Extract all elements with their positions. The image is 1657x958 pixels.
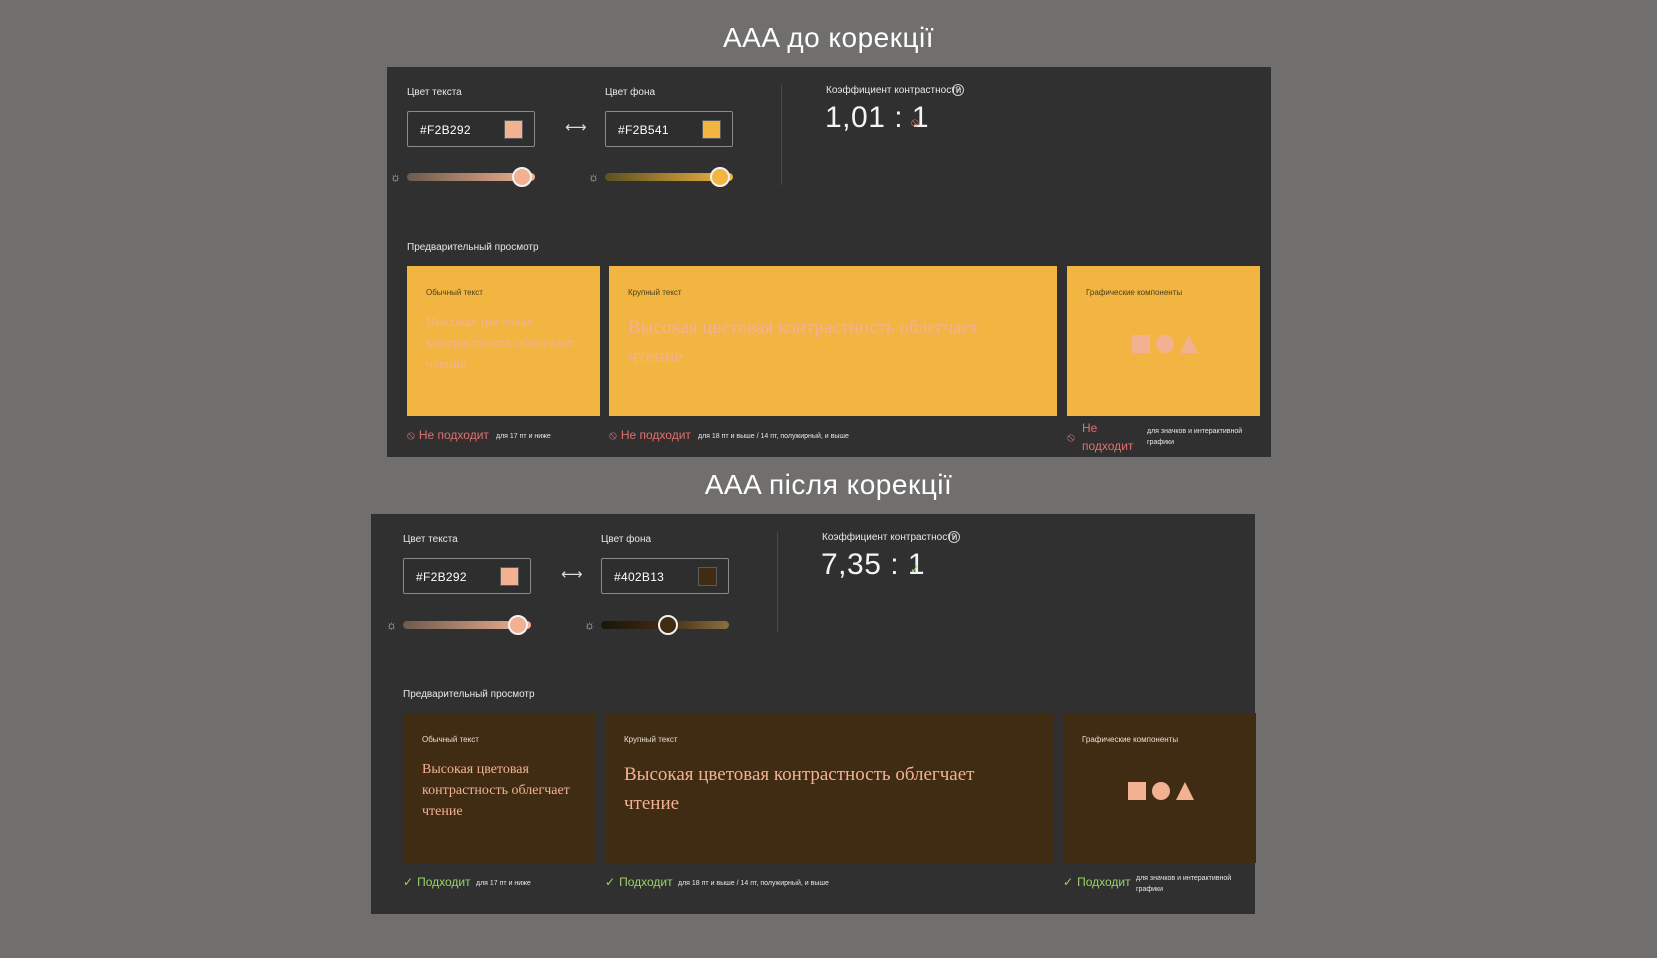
text-brightness-icon: ☼ [386,618,397,632]
verdict-text: Не подходит [1082,421,1134,453]
bg-color-label: Цвет фона [601,534,652,545]
fail-icon: ⦸ [407,428,415,442]
bg-brightness-handle[interactable] [657,615,678,635]
card-title: Графические компоненты [1086,288,1183,297]
contrast-ratio-label: Коэффициент контрастности [826,85,962,96]
bg-color-swatch[interactable] [698,567,717,586]
verdict-text: Подходит [619,875,673,889]
verdict-text: Не подходит [418,428,489,442]
bg-color-input[interactable]: #402B13 [601,558,729,594]
contrast-checker-panel-after: Цвет текста #F2B292 ⟷ Цвет фона #402B13 … [371,514,1256,914]
swap-colors-icon[interactable]: ⟷ [561,567,583,582]
check-icon: ✓ [1063,875,1074,889]
card-title: Обычный текст [422,735,479,744]
bg-brightness-handle[interactable] [710,167,731,187]
check-icon: ✓ [910,562,921,576]
bg-brightness-icon: ☼ [588,170,599,184]
card-title: Обычный текст [426,288,483,297]
verdict-large: ✓ Подходит [605,875,673,889]
fail-icon: ⦸ [609,428,617,442]
text-color-label: Цвет текста [407,87,462,98]
verdict-note: для значков и интерактивной графики [1147,428,1243,446]
bg-brightness-slider[interactable] [605,167,733,187]
verdict-text: Подходит [1077,875,1131,889]
preview-card-large-text: Крупный текст Высокая цветовая контрастн… [605,713,1053,863]
verdict-normal: ⦸ Не подходит [407,428,489,443]
bg-brightness-icon: ☼ [584,618,595,632]
text-color-hex: #F2B292 [420,123,471,137]
card-title: Крупный текст [624,735,678,744]
text-brightness-slider[interactable] [407,167,535,187]
preview-card-normal-text: Обычный текст Высокая цветовая контрастн… [403,713,596,863]
verdict-text: Подходит [417,875,471,889]
fail-icon: ⦸ [1067,430,1075,444]
verdict-note: для 17 пт и ниже [476,880,531,887]
preview-card-graphics: Графические компоненты [1063,713,1256,863]
verdict-note: для 17 пт и ниже [496,433,551,440]
bg-color-input[interactable]: #F2B541 [605,111,733,147]
graphic-shapes [1128,782,1194,800]
triangle-icon [1176,782,1194,800]
text-color-swatch[interactable] [500,567,519,586]
circle-icon [1152,782,1170,800]
verdict-large: ⦸ Не подходит [609,428,691,443]
card-sample-text: Высокая цветовая контрастность облегчает… [628,317,979,367]
text-color-input[interactable]: #F2B292 [407,111,535,147]
verdict-normal: ✓ Подходит [403,875,471,889]
triangle-icon [1180,335,1198,353]
preview-label: Предварительный просмотр [403,689,535,700]
preview-card-normal-text: Обычный текст Высокая цветовая контрастн… [407,266,600,416]
preview-card-graphics: Графические компоненты [1067,266,1260,416]
help-icon[interactable]: ? [952,84,964,96]
card-sample-text: Высокая цветовая контрастность облегчает… [422,762,570,819]
contrast-checker-panel-before: Цвет текста #F2B292 ⟷ Цвет фона #F2B541 … [387,67,1271,457]
fail-icon: ⦸ [911,115,919,129]
divider [777,532,778,632]
verdict-note: для значков и интерактивной графики [1136,875,1232,893]
verdict-graphic: ✓ Подходит [1063,875,1131,889]
bg-color-label: Цвет фона [605,87,656,98]
square-icon [1132,335,1150,353]
text-brightness-slider[interactable] [403,615,531,635]
check-icon: ✓ [605,875,616,889]
verdict-note: для 18 пт и выше / 14 пт, полужирный, и … [678,880,829,887]
preview-label: Предварительный просмотр [407,242,539,253]
circle-icon [1156,335,1174,353]
card-sample-text: Высокая цветовая контрастность облегчает… [624,764,975,814]
verdict-note: для 18 пт и выше / 14 пт, полужирный, и … [698,433,849,440]
text-color-label: Цвет текста [403,534,458,545]
card-title: Крупный текст [628,288,682,297]
contrast-ratio-label: Коэффициент контрастности [822,532,958,543]
verdict-text: Не подходит [620,428,691,442]
bg-color-hex: #402B13 [614,570,665,584]
section-title-before: AAA до корекції [722,22,935,53]
help-icon[interactable]: ? [948,531,960,543]
square-icon [1128,782,1146,800]
bg-color-hex: #F2B541 [618,123,669,137]
check-icon: ✓ [403,875,414,889]
text-color-hex: #F2B292 [416,570,467,584]
bg-color-swatch[interactable] [702,120,721,139]
text-brightness-handle[interactable] [508,615,529,635]
preview-card-large-text: Крупный текст Высокая цветовая контрастн… [609,266,1057,416]
text-color-swatch[interactable] [504,120,523,139]
card-sample-text: Высокая цветовая контрастность облегчает… [426,315,574,372]
graphic-shapes [1132,335,1198,353]
section-title-after: AAA після корекції [704,469,953,500]
text-brightness-icon: ☼ [390,170,401,184]
text-color-input[interactable]: #F2B292 [403,558,531,594]
text-brightness-handle[interactable] [512,167,533,187]
divider [781,85,782,185]
card-title: Графические компоненты [1082,735,1179,744]
swap-colors-icon[interactable]: ⟷ [565,120,587,135]
bg-brightness-slider[interactable] [601,615,729,635]
